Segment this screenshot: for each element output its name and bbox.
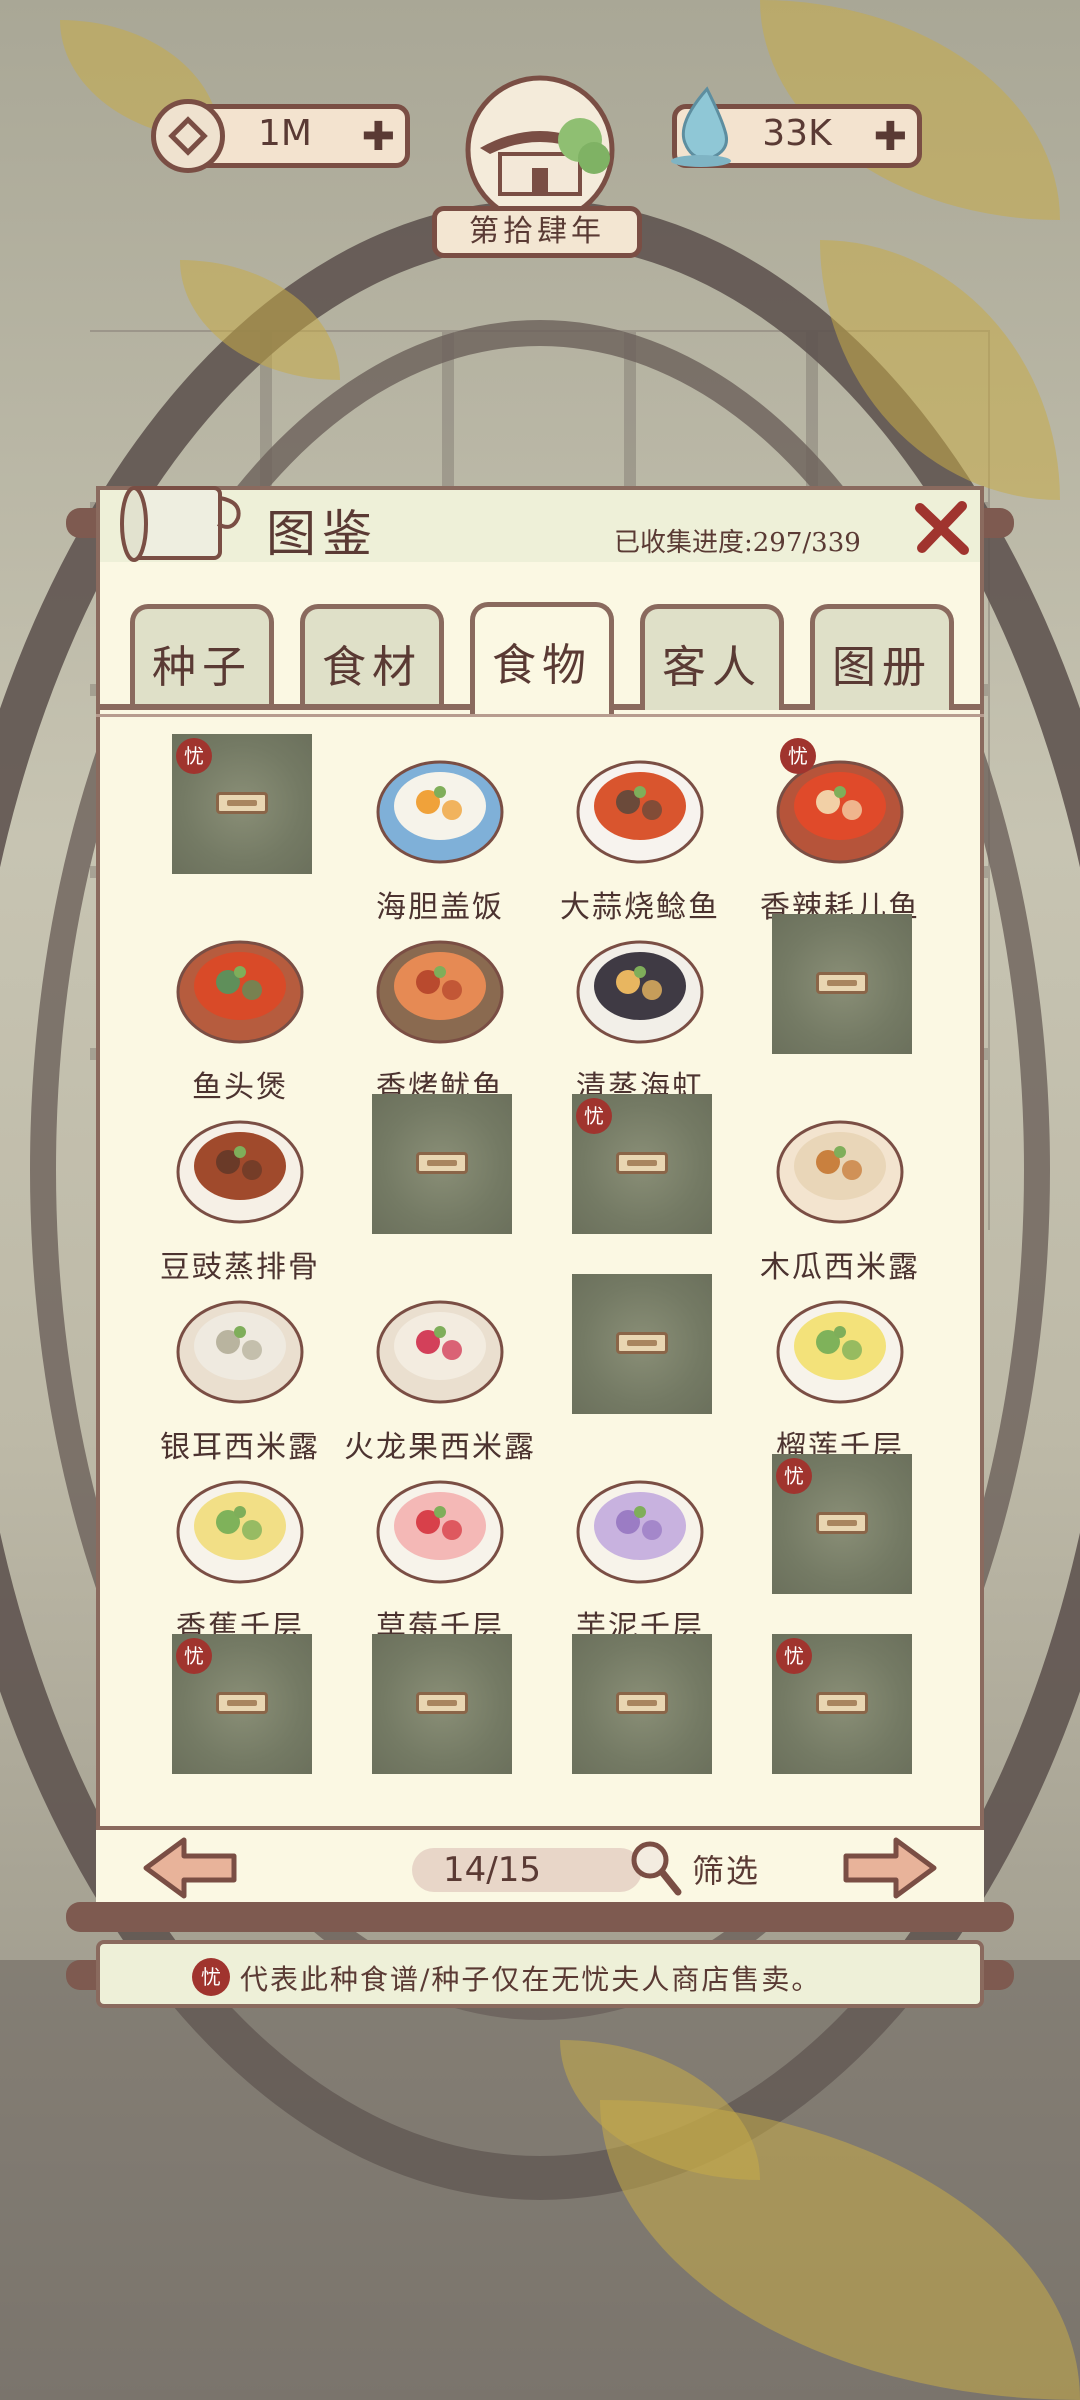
tab-label: 种子 — [152, 642, 252, 693]
panel-title: 图鉴 — [266, 505, 378, 563]
scroll-rod-bottom — [66, 1902, 1014, 1932]
dragonfruit-sago-icon — [376, 1300, 504, 1404]
tab-label: 食材 — [322, 642, 422, 693]
lock-plaque-icon — [816, 1692, 868, 1714]
taro-crepe-cake-icon — [576, 1480, 704, 1584]
durian-crepe-cake-icon — [776, 1300, 904, 1404]
recipe-item[interactable]: 榴莲千层 — [740, 1274, 940, 1465]
locked-recipe-slot[interactable]: 忧 — [740, 1634, 940, 1814]
papaya-sago-icon — [776, 1120, 904, 1224]
lock-plaque-icon — [616, 1332, 668, 1354]
lock-plaque-icon — [416, 1152, 468, 1174]
banana-crepe-cake-icon — [176, 1480, 304, 1584]
locked-recipe-slot[interactable] — [740, 914, 940, 1094]
tab-divider-thin — [96, 714, 984, 717]
shop-exclusive-badge-icon: 忧 — [176, 738, 212, 774]
recipe-item[interactable]: 豆豉蒸排骨 — [140, 1094, 340, 1285]
shop-exclusive-badge-icon: 忧 — [776, 1638, 812, 1674]
page-number: 14/15 — [443, 1850, 541, 1890]
recipe-item[interactable]: 芋泥千层 — [540, 1454, 740, 1645]
locked-recipe-slot[interactable] — [540, 1634, 740, 1814]
lock-plaque-icon — [216, 1692, 268, 1714]
steamed-ribs-icon — [176, 1120, 304, 1224]
recipe-item[interactable]: 清蒸海虹 — [540, 914, 740, 1105]
sea-urchin-rice-bowl-icon — [376, 760, 504, 864]
white-fungus-sago-icon — [176, 1300, 304, 1404]
year-label: 第拾肆年 — [432, 206, 642, 258]
strawberry-crepe-cake-icon — [376, 1480, 504, 1584]
tab-label: 食物 — [492, 640, 592, 691]
next-page-arrow-icon[interactable] — [840, 1836, 940, 1900]
tab-label: 客人 — [662, 642, 762, 693]
lock-plaque-icon — [616, 1692, 668, 1714]
shop-exclusive-badge-icon: 忧 — [192, 1958, 230, 1996]
close-icon[interactable] — [912, 498, 972, 558]
water-counter[interactable]: 33K ✚ — [671, 86, 922, 168]
shop-exclusive-badge-icon: 忧 — [176, 1638, 212, 1674]
shop-exclusive-badge-icon: 忧 — [776, 1458, 812, 1494]
tab-label: 图册 — [832, 642, 932, 693]
add-coins-button[interactable]: ✚ — [361, 115, 395, 159]
lock-plaque-icon — [816, 972, 868, 994]
steamed-mussels-icon — [576, 940, 704, 1044]
locked-slot-icon — [572, 1274, 712, 1414]
locked-slot-icon — [372, 1634, 512, 1774]
recipe-item[interactable]: 火龙果西米露 — [340, 1274, 540, 1465]
tab-food[interactable]: 食物 — [470, 602, 614, 714]
shop-exclusive-badge-icon: 忧 — [780, 738, 816, 774]
lock-plaque-icon — [616, 1152, 668, 1174]
locked-slot-icon — [772, 914, 912, 1054]
locked-slot-icon — [572, 1634, 712, 1774]
locked-recipe-slot[interactable]: 忧 — [740, 1454, 940, 1634]
prev-page-arrow-icon[interactable] — [140, 1836, 240, 1900]
locked-recipe-slot[interactable] — [340, 1634, 540, 1814]
garlic-catfish-plate-icon — [576, 760, 704, 864]
add-water-button[interactable]: ✚ — [873, 115, 907, 159]
scroll-icon — [120, 486, 241, 562]
locked-recipe-slot[interactable]: 忧 — [140, 1634, 340, 1814]
recipe-item[interactable]: 木瓜西米露 — [740, 1094, 940, 1285]
shop-exclusive-badge-icon: 忧 — [576, 1098, 612, 1134]
tab-seeds[interactable]: 种子 — [130, 604, 274, 710]
tab-guests[interactable]: 客人 — [640, 604, 784, 710]
lock-plaque-icon — [816, 1512, 868, 1534]
footer-note: 忧 代表此种食谱/种子仅在无忧夫人商店售卖。 — [96, 1940, 984, 2008]
collection-progress: 已收集进度:297/339 — [614, 528, 861, 558]
tab-album[interactable]: 图册 — [810, 604, 954, 710]
tab-ingredients[interactable]: 食材 — [300, 604, 444, 710]
coin-counter[interactable]: 1M ✚ — [151, 99, 410, 173]
lock-plaque-icon — [416, 1692, 468, 1714]
filter-button[interactable]: 筛选 — [692, 1846, 760, 1892]
footer-note-text: 代表此种食谱/种子仅在无忧夫人商店售卖。 — [240, 1963, 822, 1996]
magnifier-icon[interactable] — [628, 1838, 684, 1898]
fish-head-pot-icon — [176, 940, 304, 1044]
recipe-item[interactable]: 忧香辣耗儿鱼 — [740, 734, 940, 925]
locked-slot-icon — [372, 1094, 512, 1234]
grilled-squid-skewer-icon — [376, 940, 504, 1044]
lock-plaque-icon — [216, 792, 268, 814]
locked-recipe-slot[interactable] — [340, 1094, 540, 1274]
